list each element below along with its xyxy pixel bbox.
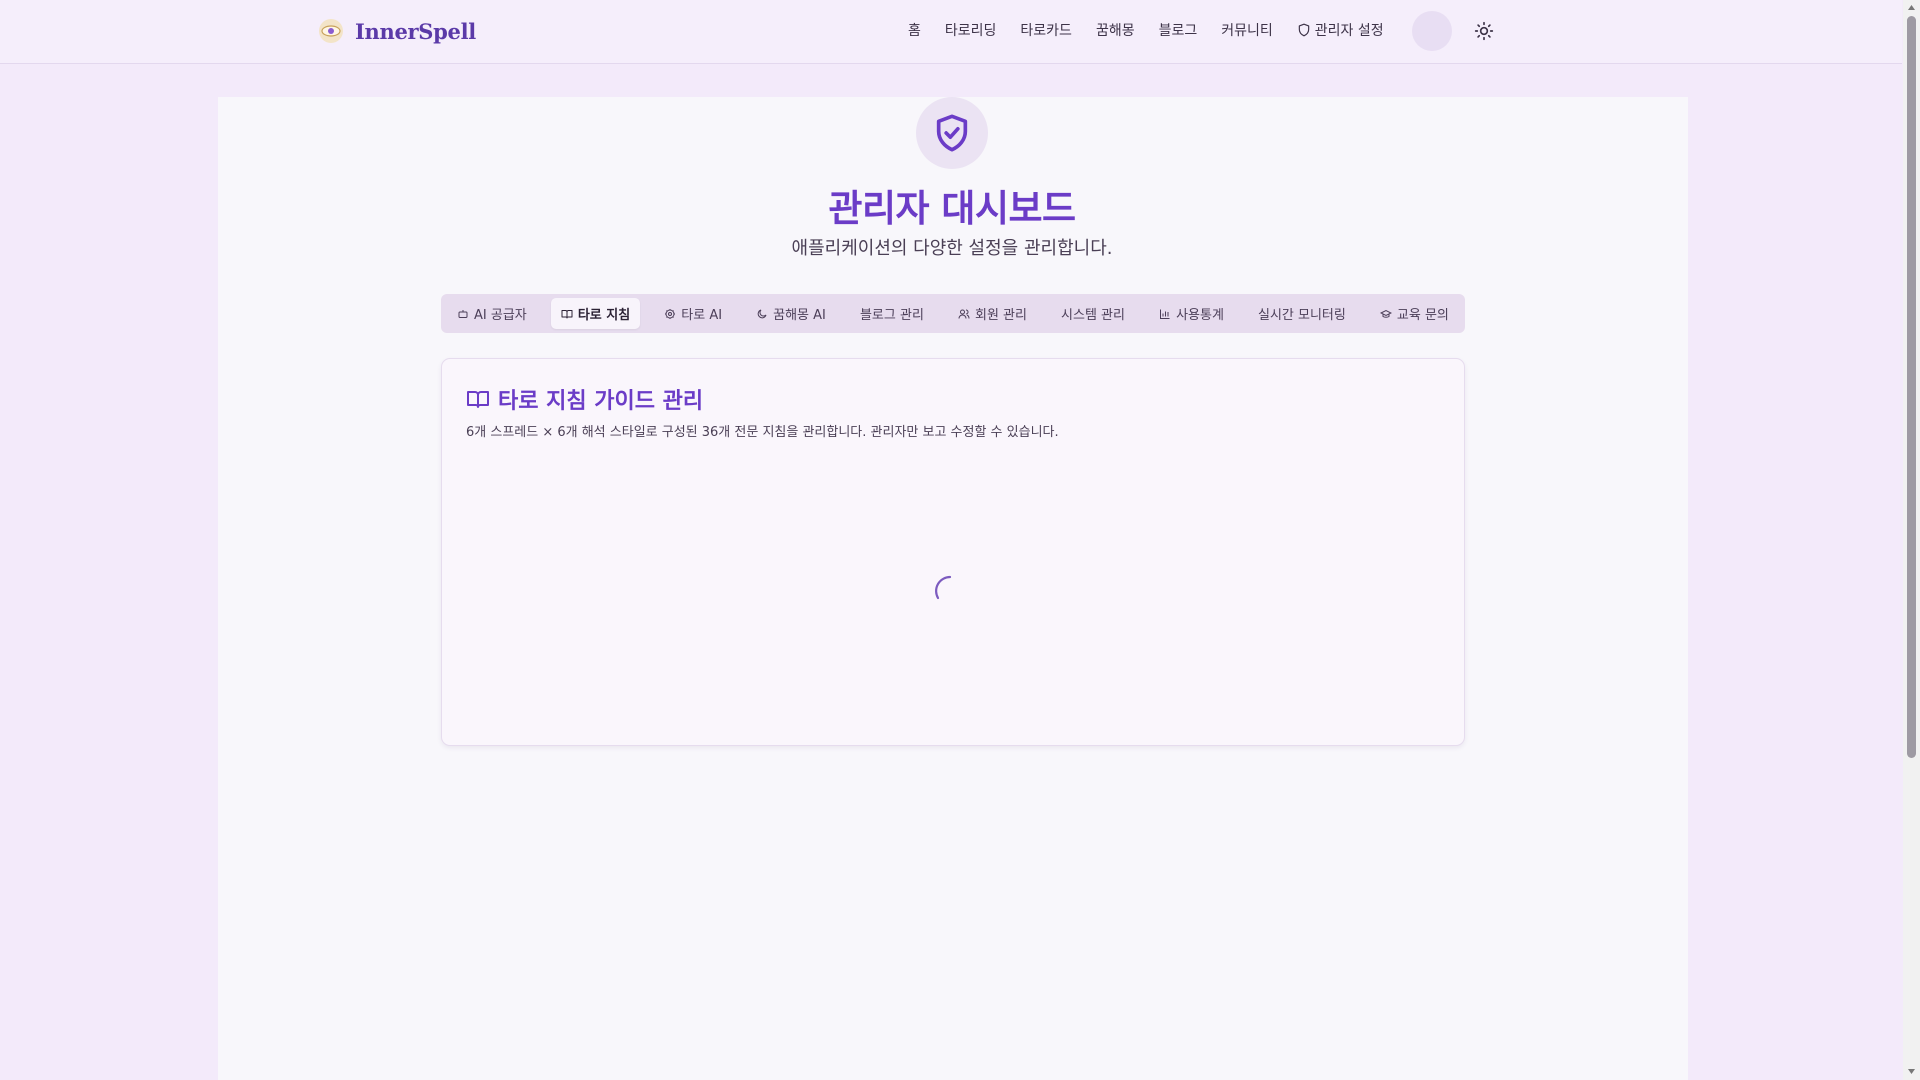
nav-tarot-reading[interactable]: 타로리딩 [945, 19, 997, 41]
graduation-cap-icon [1379, 309, 1392, 318]
nav-community[interactable]: 커뮤니티 [1221, 19, 1273, 41]
gear-icon [665, 308, 676, 319]
tab-label: 회원 관리 [974, 308, 1027, 323]
tab-label: 사용통계 [1176, 308, 1224, 323]
page-title: 관리자 대시보드 [828, 187, 1076, 230]
logo-text: InnerSpell [355, 18, 476, 44]
bot-icon [458, 309, 468, 318]
top-header: InnerSpell 홈 타로리딩 타로카드 꿈해몽 블로그 커뮤니티 관리자 … [0, 0, 1902, 64]
tab-usage-stats[interactable]: 사용통계 [1149, 298, 1234, 329]
card-title-text: 타로 지침 가이드 관리 [498, 389, 704, 414]
tab-label: 타로 지침 [577, 308, 631, 323]
nav-blog[interactable]: 블로그 [1159, 19, 1198, 41]
tab-tarot-ai[interactable]: 타로 AI [654, 298, 732, 329]
tab-blog-management[interactable]: 블로그 관리 [850, 298, 934, 329]
page-scrollbar[interactable] [1903, 0, 1920, 1080]
tab-label: 실시간 모니터링 [1257, 308, 1346, 323]
tab-tarot-guidelines[interactable]: 타로 지침 [550, 298, 641, 329]
scroll-down-icon[interactable] [1907, 1067, 1916, 1076]
sun-icon[interactable] [1474, 21, 1494, 41]
card-title: 타로 지침 가이드 관리 [466, 383, 703, 415]
card-description: 6개 스프레드 × 6개 해석 스타일로 구성된 36개 전문 지침을 관리합니… [466, 425, 1059, 440]
tab-label: 블로그 관리 [859, 308, 924, 323]
shield-check-icon [936, 114, 968, 152]
admin-tabs: AI 공급자 타로 지침 타로 AI 꿈해몽 AI 블로그 관리 회원 관리 시… [441, 294, 1465, 333]
scroll-up-icon[interactable] [1907, 3, 1916, 12]
tab-label: 꿈해몽 AI [773, 308, 826, 323]
book-open-icon [561, 309, 573, 318]
nav-admin-settings[interactable]: 관리자 설정 [1297, 19, 1384, 41]
tab-label: AI 공급자 [474, 308, 527, 323]
tab-education-inquiry[interactable]: 교육 문의 [1370, 298, 1459, 329]
tab-realtime-monitoring[interactable]: 실시간 모니터링 [1248, 298, 1356, 329]
nav-dream[interactable]: 꿈해몽 [1096, 19, 1135, 41]
nav-home[interactable]: 홈 [908, 19, 921, 41]
main-nav: 홈 타로리딩 타로카드 꿈해몽 블로그 커뮤니티 관리자 설정 [908, 19, 1408, 41]
tab-member-management[interactable]: 회원 관리 [948, 298, 1037, 329]
tarot-guidelines-card: 타로 지침 가이드 관리 6개 스프레드 × 6개 해석 스타일로 구성된 36… [441, 358, 1465, 746]
tab-dream-ai[interactable]: 꿈해몽 AI [746, 298, 836, 329]
nav-tarot-cards[interactable]: 타로카드 [1020, 19, 1072, 41]
eye-logo-icon [319, 19, 343, 43]
users-icon [958, 309, 970, 319]
book-open-icon [467, 391, 489, 408]
header-badge [916, 97, 988, 169]
shield-icon [1298, 23, 1310, 37]
tab-label: 교육 문의 [1396, 308, 1449, 323]
logo[interactable]: InnerSpell [318, 18, 476, 44]
avatar[interactable] [1412, 11, 1452, 51]
moon-icon [757, 309, 767, 318]
loading-spinner-icon [935, 575, 952, 600]
tab-ai-provider[interactable]: AI 공급자 [447, 298, 537, 329]
page-subtitle: 애플리케이션의 다양한 설정을 관리합니다. [791, 238, 1113, 259]
nav-admin-settings-label: 관리자 설정 [1314, 23, 1384, 39]
tab-system-management[interactable]: 시스템 관리 [1051, 298, 1135, 329]
tab-label: 타로 AI [681, 308, 723, 323]
tab-label: 시스템 관리 [1061, 308, 1125, 323]
bar-chart-icon [1160, 309, 1170, 319]
scroll-thumb[interactable] [1907, 16, 1916, 758]
